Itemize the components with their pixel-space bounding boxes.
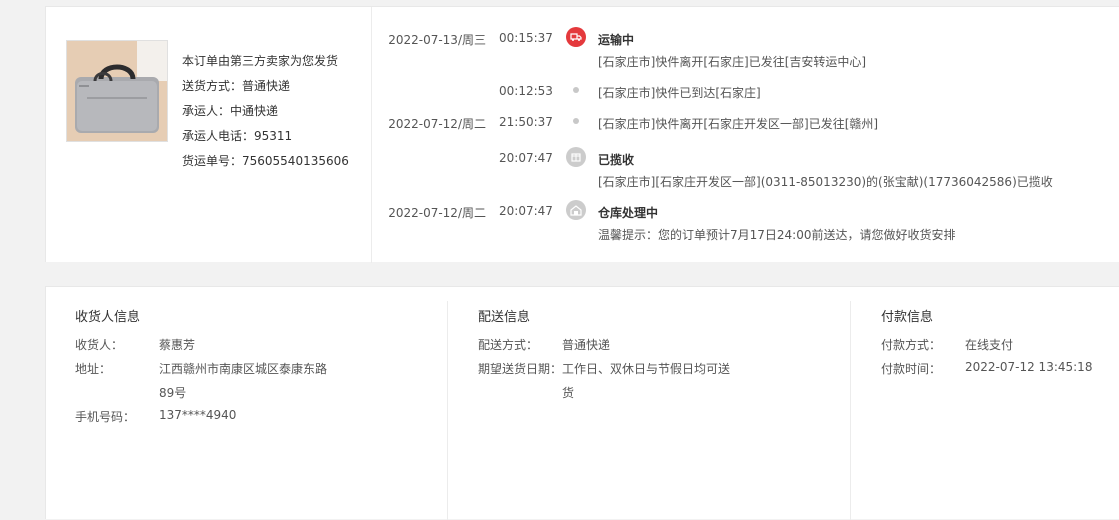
timeline-dot — [573, 118, 579, 124]
seller-notice: 本订单由第三方卖家为您发货 — [182, 54, 339, 68]
delivery-date-line1: 工作日、双休日与节假日均可送 — [562, 362, 731, 376]
receiver-name-label: 收货人： — [75, 338, 124, 352]
payment-title: 付款信息 — [881, 310, 934, 325]
payment-time-label: 付款时间： — [881, 362, 942, 376]
delivery-title: 配送信息 — [478, 310, 531, 325]
track-desc: [石家庄市][石家庄开发区一部](0311-85013230)的(张宝献)(17… — [598, 175, 1053, 189]
track-status: 已揽收 — [598, 153, 635, 167]
receiver-name: 蔡惠芳 — [159, 338, 196, 352]
payment-method-label: 付款方式： — [881, 338, 942, 352]
shipping-summary: 本订单由第三方卖家为您发货 送货方式：普通快递 承运人：中通快递 承运人电话：9… — [182, 49, 349, 174]
receiver-title: 收货人信息 — [75, 310, 141, 325]
delivery-method-label: 配送方式： — [478, 338, 539, 352]
timeline-dot — [573, 87, 579, 93]
track-time: 20:07:47 — [499, 204, 553, 218]
delivery-method: 普通快递 — [562, 338, 611, 352]
track-date: 2022-07-13/周三 — [388, 33, 486, 47]
receiver-address-label: 地址： — [75, 362, 112, 376]
track-desc: 温馨提示：您的订单预计7月17日24:00前送达，请您做好收货安排 — [598, 228, 956, 242]
receiver-phone: 137****4940 — [159, 408, 237, 422]
track-status: 运输中 — [598, 33, 635, 47]
warehouse-icon — [566, 200, 586, 220]
track-date: 2022-07-12/周二 — [388, 206, 486, 220]
column-divider — [850, 301, 851, 520]
track-desc: [石家庄市]快件离开[石家庄]已发往[吉安转运中心] — [598, 55, 867, 69]
receiver-phone-label: 手机号码： — [75, 410, 136, 424]
track-status: 仓库处理中 — [598, 206, 659, 220]
product-thumbnail[interactable] — [66, 40, 168, 142]
shipping-method: 送货方式：普通快递 — [182, 79, 291, 93]
column-divider — [447, 301, 448, 520]
track-time: 00:15:37 — [499, 31, 553, 45]
payment-method: 在线支付 — [965, 338, 1014, 352]
track-time: 00:12:53 — [499, 84, 553, 98]
receiver-address-line1: 江西赣州市南康区城区泰康东路 — [159, 362, 328, 376]
carrier-phone: 承运人电话：95311 — [182, 129, 293, 143]
tracking-number: 货运单号：75605540135606 — [182, 154, 349, 168]
track-desc: [石家庄市]快件已到达[石家庄] — [598, 86, 761, 100]
receiver-address-line2: 89号 — [159, 386, 187, 400]
carrier: 承运人：中通快递 — [182, 104, 279, 118]
track-desc: [石家庄市]快件离开[石家庄开发区一部]已发往[赣州] — [598, 117, 879, 131]
delivery-date-label: 期望送货日期： — [478, 362, 563, 376]
track-time: 21:50:37 — [499, 115, 553, 129]
delivery-date-line2: 货 — [562, 386, 575, 400]
track-date: 2022-07-12/周二 — [388, 117, 486, 131]
shipment-card: 本订单由第三方卖家为您发货 送货方式：普通快递 承运人：中通快递 承运人电话：9… — [45, 6, 1119, 263]
payment-time: 2022-07-12 13:45:18 — [965, 360, 1093, 374]
truck-icon — [566, 27, 586, 47]
package-icon — [566, 147, 586, 167]
order-info-card: 收货人信息 收货人： 蔡惠芳 地址： 江西赣州市南康区城区泰康东路 89号 手机… — [45, 286, 1119, 520]
track-time: 20:07:47 — [499, 151, 553, 165]
